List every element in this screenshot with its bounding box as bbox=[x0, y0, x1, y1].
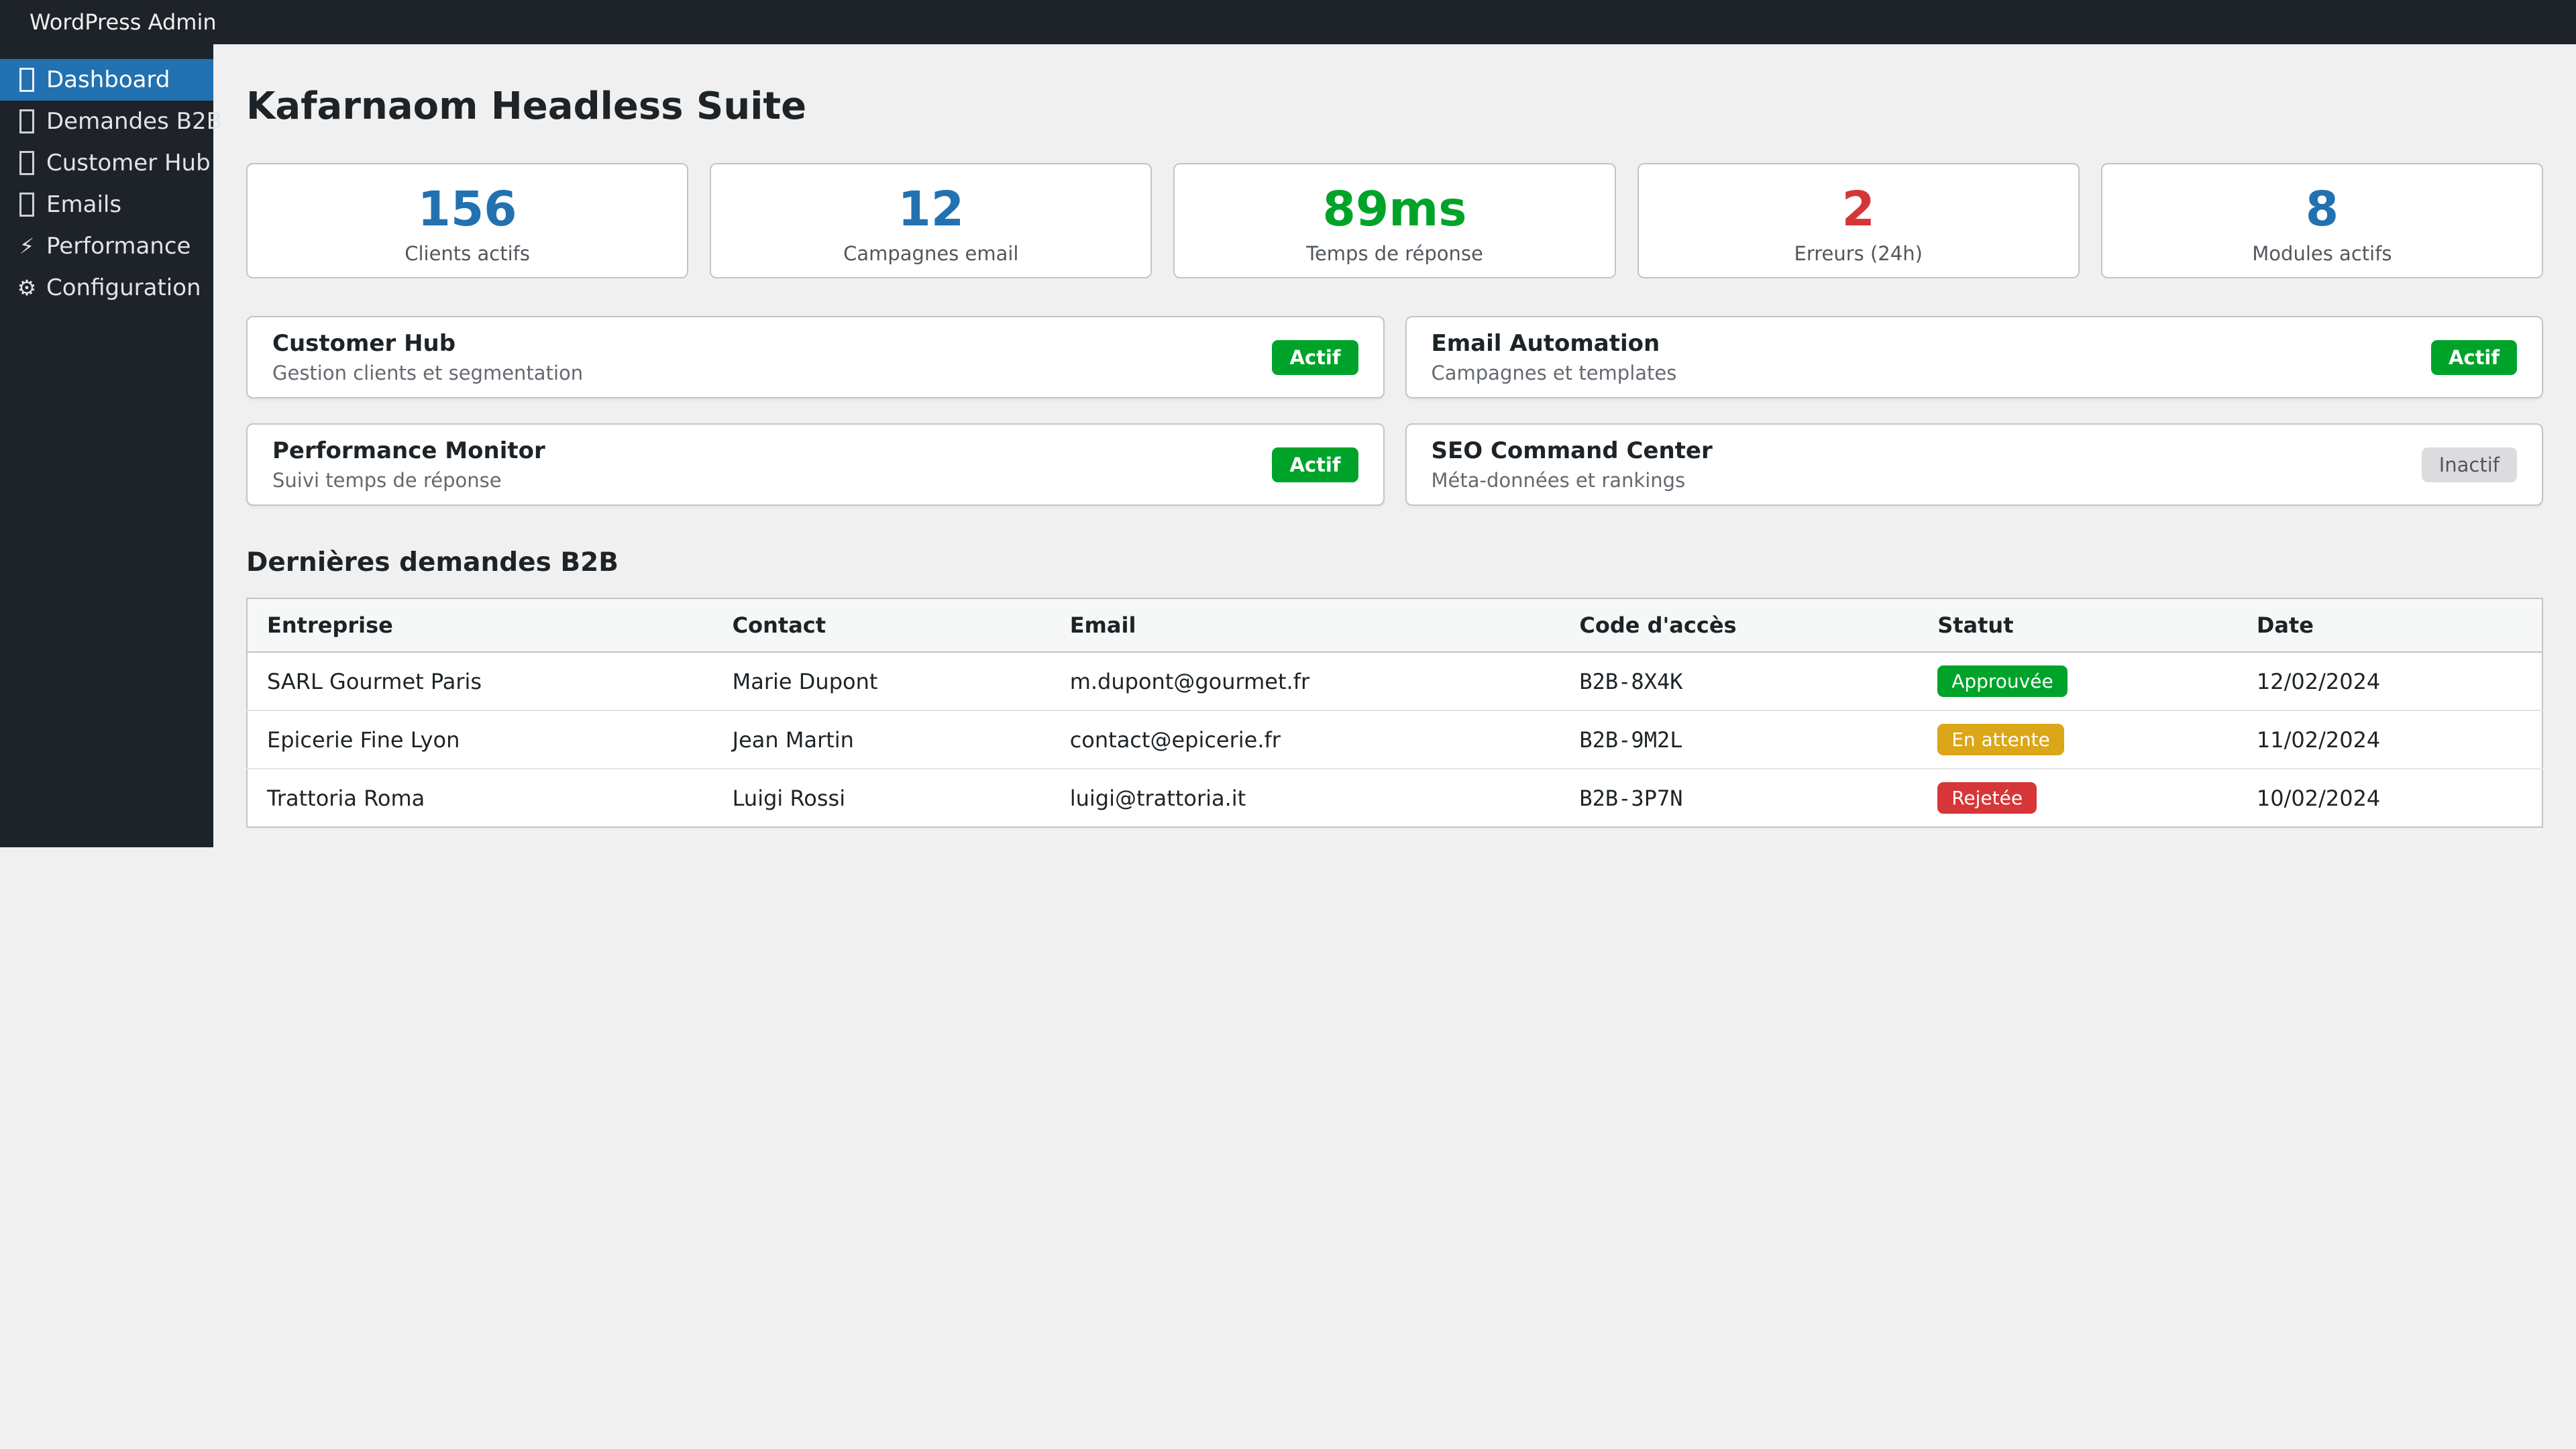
cell-date: 12/02/2024 bbox=[2237, 652, 2542, 710]
col-header-date: Date bbox=[2237, 598, 2542, 652]
module-title: SEO Command Center bbox=[1432, 437, 1713, 464]
sidebar-item-label: Dashboard bbox=[46, 66, 170, 93]
stat-label: Erreurs (24h) bbox=[1639, 242, 2078, 265]
stat-label: Modules actifs bbox=[2102, 242, 2542, 265]
cell-contact: Marie Dupont bbox=[713, 652, 1051, 710]
page-title: Kafarnaom Headless Suite bbox=[246, 85, 2543, 128]
main-content: Kafarnaom Headless Suite 156 Clients act… bbox=[213, 44, 2576, 1449]
sidebar-item-customer-hub[interactable]: Customer Hub bbox=[0, 142, 213, 184]
col-header-contact: Contact bbox=[713, 598, 1051, 652]
sidebar-item-label: Configuration bbox=[46, 274, 201, 301]
cell-company: SARL Gourmet Paris bbox=[247, 652, 713, 710]
customer-hub-icon bbox=[17, 151, 37, 175]
cell-status: Rejetée bbox=[1918, 769, 2237, 827]
dashboard-icon bbox=[17, 68, 37, 92]
table-header-row: Entreprise Contact Email Code d'accès St… bbox=[247, 598, 2542, 652]
stat-value: 12 bbox=[711, 183, 1150, 235]
stat-value: 2 bbox=[1639, 183, 2078, 235]
module-status-badge: Actif bbox=[2431, 340, 2517, 375]
module-status-badge: Actif bbox=[1272, 447, 1358, 482]
cell-status: En attente bbox=[1918, 710, 2237, 769]
modules-grid: Customer Hub Gestion clients et segmenta… bbox=[246, 316, 2543, 506]
lightning-icon: ⚡ bbox=[17, 235, 37, 257]
col-header-entreprise: Entreprise bbox=[247, 598, 713, 652]
gear-icon: ⚙ bbox=[17, 277, 37, 299]
table-row: SARL Gourmet Paris Marie Dupont m.dupont… bbox=[247, 652, 2542, 710]
stat-label: Temps de réponse bbox=[1175, 242, 1614, 265]
module-description: Suivi temps de réponse bbox=[272, 469, 545, 492]
cell-status: Approuvée bbox=[1918, 652, 2237, 710]
stat-label: Campagnes email bbox=[711, 242, 1150, 265]
sidebar-item-performance[interactable]: ⚡ Performance bbox=[0, 225, 213, 267]
cell-email: luigi@trattoria.it bbox=[1051, 769, 1560, 827]
status-badge: Rejetée bbox=[1937, 782, 2037, 814]
cell-contact: Jean Martin bbox=[713, 710, 1051, 769]
module-description: Gestion clients et segmentation bbox=[272, 362, 583, 384]
stat-card: 156 Clients actifs bbox=[246, 163, 688, 278]
module-card: SEO Command Center Méta-données et ranki… bbox=[1405, 423, 2544, 506]
status-badge: En attente bbox=[1937, 724, 2064, 755]
col-header-code: Code d'accès bbox=[1560, 598, 1918, 652]
sidebar-menu: Dashboard Demandes B2B Customer Hub Emai… bbox=[0, 44, 213, 309]
cell-date: 10/02/2024 bbox=[2237, 769, 2542, 827]
sidebar-item-configuration[interactable]: ⚙ Configuration bbox=[0, 267, 213, 309]
col-header-statut: Statut bbox=[1918, 598, 2237, 652]
topbar: WordPress Admin bbox=[0, 0, 2576, 44]
module-description: Méta-données et rankings bbox=[1432, 469, 1713, 492]
cell-code: B2B-3P7N bbox=[1560, 769, 1918, 827]
sidebar-item-demandes-b2b[interactable]: Demandes B2B bbox=[0, 101, 213, 142]
b2b-requests-table: Entreprise Contact Email Code d'accès St… bbox=[246, 598, 2543, 828]
cell-email: contact@epicerie.fr bbox=[1051, 710, 1560, 769]
table-row: Trattoria Roma Luigi Rossi luigi@trattor… bbox=[247, 769, 2542, 827]
col-header-email: Email bbox=[1051, 598, 1560, 652]
section-heading: Dernières demandes B2B bbox=[246, 547, 2543, 578]
sidebar: Dashboard Demandes B2B Customer Hub Emai… bbox=[0, 44, 213, 847]
sidebar-item-label: Emails bbox=[46, 191, 121, 218]
cell-company: Epicerie Fine Lyon bbox=[247, 710, 713, 769]
sidebar-item-dashboard[interactable]: Dashboard bbox=[0, 59, 213, 101]
module-status-badge: Inactif bbox=[2422, 447, 2517, 482]
emails-icon bbox=[17, 193, 37, 217]
module-title: Performance Monitor bbox=[272, 437, 545, 464]
module-card: Customer Hub Gestion clients et segmenta… bbox=[246, 316, 1385, 398]
module-title: Customer Hub bbox=[272, 330, 583, 357]
stat-value: 89ms bbox=[1175, 183, 1614, 235]
stat-value: 156 bbox=[248, 183, 687, 235]
stat-label: Clients actifs bbox=[248, 242, 687, 265]
stat-card: 89ms Temps de réponse bbox=[1173, 163, 1615, 278]
module-card: Performance Monitor Suivi temps de répon… bbox=[246, 423, 1385, 506]
topbar-title: WordPress Admin bbox=[30, 11, 217, 33]
module-title: Email Automation bbox=[1432, 330, 1677, 357]
stat-value: 8 bbox=[2102, 183, 2542, 235]
cell-code: B2B-9M2L bbox=[1560, 710, 1918, 769]
stat-card: 2 Erreurs (24h) bbox=[1638, 163, 2080, 278]
sidebar-item-label: Customer Hub bbox=[46, 150, 211, 176]
sidebar-item-label: Demandes B2B bbox=[46, 108, 222, 135]
module-description: Campagnes et templates bbox=[1432, 362, 1677, 384]
demandes-b2b-icon bbox=[17, 109, 37, 133]
cell-email: m.dupont@gourmet.fr bbox=[1051, 652, 1560, 710]
cell-code: B2B-8X4K bbox=[1560, 652, 1918, 710]
stat-card: 12 Campagnes email bbox=[710, 163, 1152, 278]
module-status-badge: Actif bbox=[1272, 340, 1358, 375]
table-row: Epicerie Fine Lyon Jean Martin contact@e… bbox=[247, 710, 2542, 769]
cell-date: 11/02/2024 bbox=[2237, 710, 2542, 769]
cell-contact: Luigi Rossi bbox=[713, 769, 1051, 827]
stats-row: 156 Clients actifs 12 Campagnes email 89… bbox=[246, 163, 2543, 278]
status-badge: Approuvée bbox=[1937, 665, 2068, 697]
sidebar-item-emails[interactable]: Emails bbox=[0, 184, 213, 225]
sidebar-item-label: Performance bbox=[46, 233, 191, 260]
module-card: Email Automation Campagnes et templates … bbox=[1405, 316, 2544, 398]
stat-card: 8 Modules actifs bbox=[2101, 163, 2543, 278]
cell-company: Trattoria Roma bbox=[247, 769, 713, 827]
